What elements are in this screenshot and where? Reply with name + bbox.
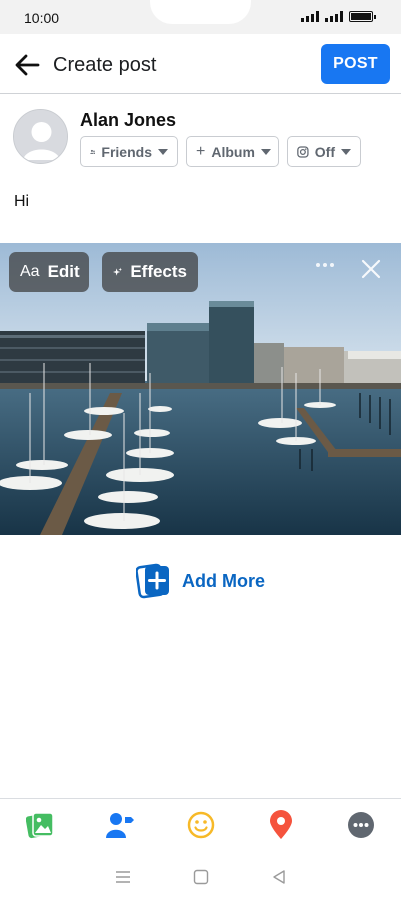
status-time: 10:00 [24, 10, 60, 26]
sparkle-icon [113, 267, 123, 276]
album-selector[interactable]: + Album [186, 136, 279, 167]
gallery-icon [26, 811, 54, 838]
location-pin-icon [269, 809, 292, 839]
audience-label: Friends [101, 143, 152, 160]
friends-icon [90, 149, 96, 154]
home-icon[interactable] [193, 869, 209, 885]
add-more-button[interactable]: Add More [136, 563, 265, 599]
album-label: Album [211, 143, 255, 160]
add-more-label: Add More [182, 570, 265, 591]
effects-button[interactable]: Effects [102, 252, 198, 292]
status-notch [150, 0, 251, 24]
audience-selector[interactable]: Friends [80, 136, 178, 167]
avatar[interactable] [13, 109, 68, 164]
signal-icon [325, 11, 343, 22]
chevron-down-icon [341, 148, 351, 155]
instagram-selector[interactable]: Off [287, 136, 361, 167]
composer-toolbar [0, 798, 401, 850]
more-button[interactable] [321, 799, 401, 850]
add-photo-icon [136, 563, 169, 599]
more-icon [347, 811, 374, 838]
privacy-chips: Friends + Album Off [80, 136, 361, 167]
text-style-icon: Aa [20, 263, 40, 280]
back-arrow-icon[interactable] [12, 50, 42, 80]
signal-icon [301, 11, 319, 22]
tag-people-icon [106, 812, 135, 838]
instagram-icon [297, 145, 309, 158]
instagram-label: Off [314, 143, 335, 160]
menu-icon[interactable] [115, 870, 131, 884]
plus-icon: + [196, 142, 206, 160]
chevron-down-icon [260, 148, 271, 155]
attached-photo: Aa Edit Effects [0, 243, 401, 535]
default-avatar-icon [14, 110, 67, 163]
feeling-button[interactable] [160, 799, 240, 850]
system-nav-bar [0, 852, 401, 900]
page-title: Create post [53, 54, 157, 76]
check-in-button[interactable] [241, 799, 321, 850]
battery-icon [349, 11, 376, 22]
back-icon[interactable] [271, 869, 287, 885]
post-button[interactable]: POST [321, 44, 390, 84]
status-bar: 10:00 [0, 0, 401, 34]
user-name: Alan Jones [80, 110, 177, 130]
edit-label: Edit [47, 262, 80, 281]
photo-video-button[interactable] [0, 799, 80, 850]
tag-people-button[interactable] [80, 799, 160, 850]
effects-label: Effects [130, 262, 187, 281]
more-options-icon[interactable] [316, 263, 334, 267]
status-icons [301, 11, 376, 22]
edit-photo-button[interactable]: Aa Edit [9, 252, 89, 292]
post-text[interactable]: Hi [14, 193, 29, 211]
header: Create post POST [0, 34, 401, 94]
close-icon[interactable] [361, 259, 381, 279]
chevron-down-icon [158, 148, 168, 155]
smiley-icon [187, 811, 214, 838]
